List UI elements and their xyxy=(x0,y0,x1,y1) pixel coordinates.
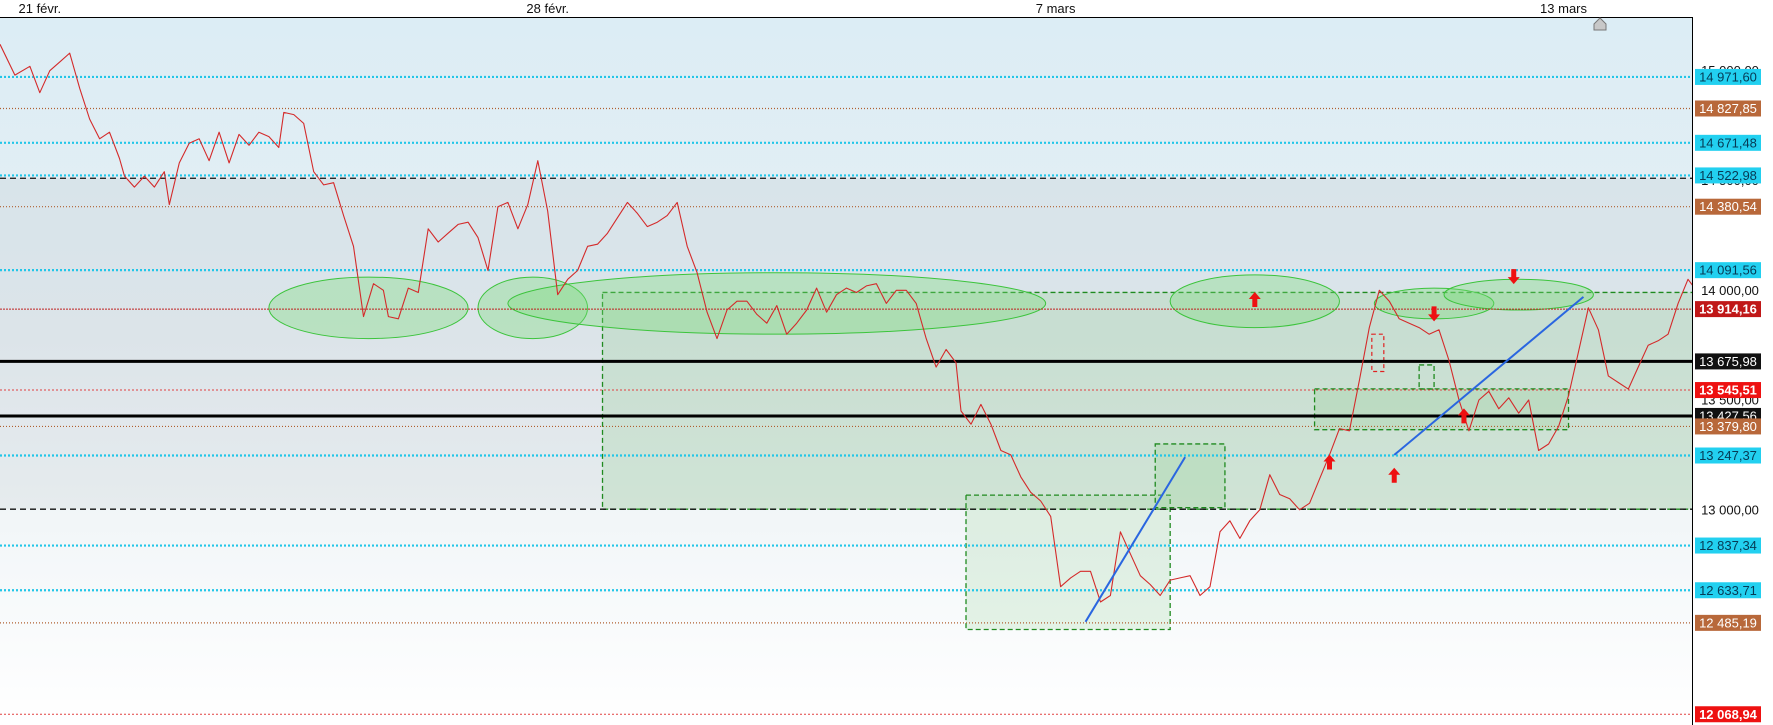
x-tick-label: 21 févr. xyxy=(19,1,62,16)
time-axis[interactable] xyxy=(0,0,1693,18)
level-label: 13 545,51 xyxy=(1699,383,1757,398)
x-tick-label: 13 mars xyxy=(1540,1,1587,16)
level-label: 13 247,37 xyxy=(1699,448,1757,463)
y-tick-label: 14 000,00 xyxy=(1701,283,1759,298)
level-label: 13 379,80 xyxy=(1699,419,1757,434)
level-label: 14 380,54 xyxy=(1699,199,1757,214)
level-label: 12 068,94 xyxy=(1699,707,1758,722)
level-label: 13 914,16 xyxy=(1699,302,1757,317)
highlight-ellipse xyxy=(507,272,1047,335)
zone-box xyxy=(1418,364,1435,390)
level-label: 13 675,98 xyxy=(1699,354,1757,369)
level-label: 14 827,85 xyxy=(1699,101,1757,116)
level-label: 12 485,19 xyxy=(1699,615,1757,630)
level-label: 14 091,56 xyxy=(1699,263,1757,278)
level-label: 14 971,60 xyxy=(1699,69,1757,84)
highlight-ellipse xyxy=(1443,278,1594,311)
x-tick-label: 7 mars xyxy=(1036,1,1076,16)
y-tick-label: 13 000,00 xyxy=(1701,502,1759,517)
highlight-ellipse xyxy=(268,276,469,340)
price-chart[interactable]: 21 févr.28 févr.7 mars13 mars 15 000,001… xyxy=(0,0,1773,725)
level-label: 12 633,71 xyxy=(1699,583,1757,598)
zone-box xyxy=(965,494,1171,631)
zone-box xyxy=(1154,443,1226,509)
level-label: 14 522,98 xyxy=(1699,168,1757,183)
level-label: 12 837,34 xyxy=(1699,538,1757,553)
level-label: 14 671,48 xyxy=(1699,135,1757,150)
x-tick-label: 28 févr. xyxy=(526,1,569,16)
